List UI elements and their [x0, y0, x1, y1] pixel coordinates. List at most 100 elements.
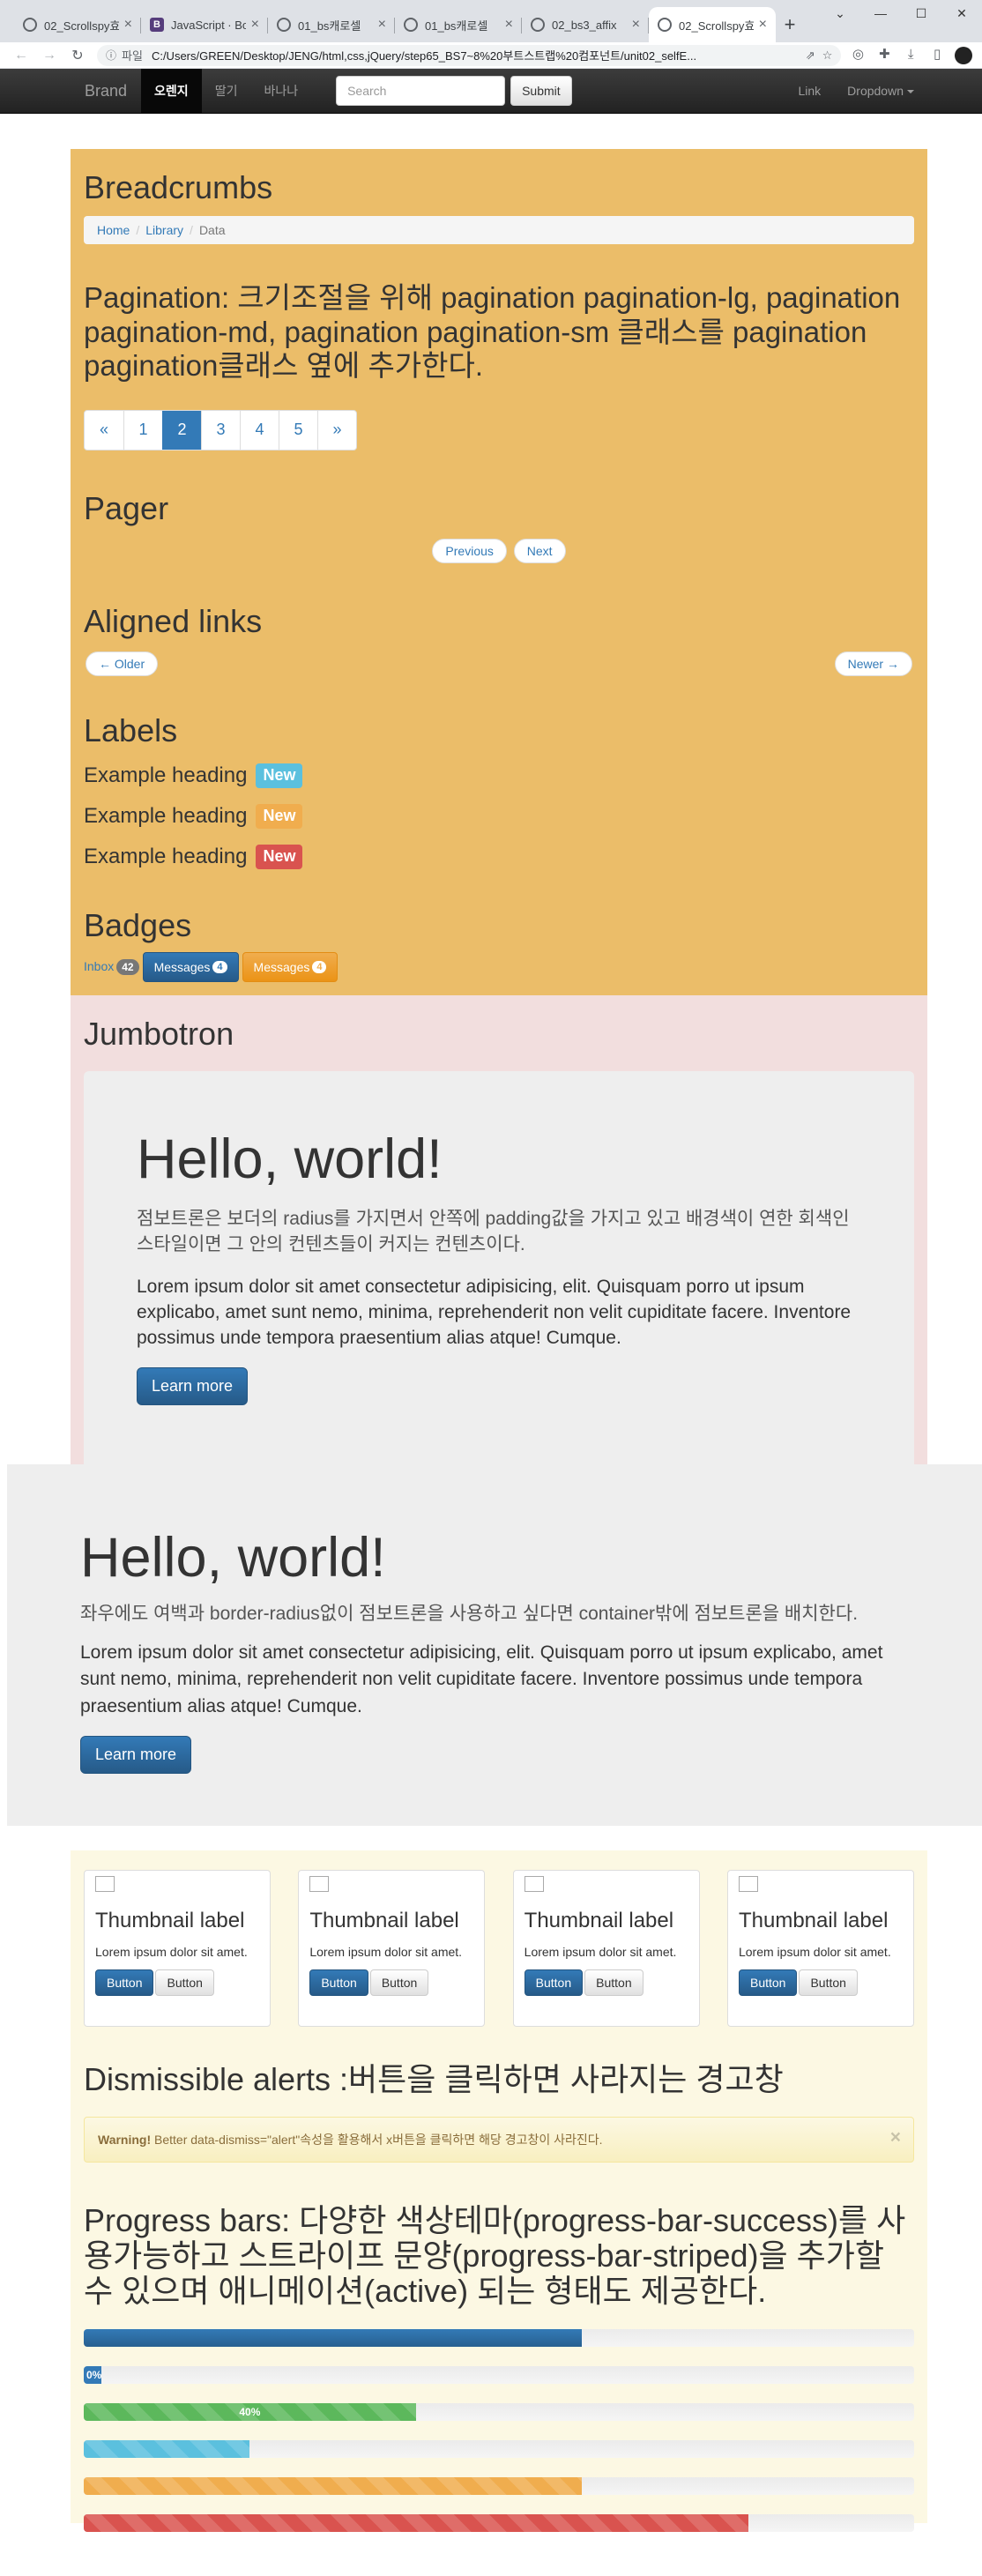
browser-toolbar: ← → ↻ ⓘ 파일 C:/Users/GREEN/Desktop/JENG/h… [0, 42, 982, 69]
breadcrumb-library[interactable]: Library [145, 223, 183, 237]
thumbnail-primary-button[interactable]: Button [309, 1969, 368, 1997]
forward-icon[interactable]: → [35, 48, 63, 63]
close-icon[interactable]: × [505, 17, 513, 33]
browser-tab[interactable]: 01_bs캐로셀 × [268, 7, 395, 42]
share-icon[interactable]: ⇗ [806, 48, 815, 63]
navbar-search-input[interactable] [336, 76, 506, 106]
jumbotron: Hello, world! 점보트론은 보더의 radius를 가지면서 안쪽에… [84, 1070, 914, 1483]
nav-item-orange[interactable]: 오렌지 [141, 68, 202, 114]
browser-tab-active[interactable]: 02_Scrollspy효과 × [649, 7, 776, 42]
info-icon[interactable]: ⓘ [106, 48, 116, 63]
page-content: Breadcrumbs Home / Library / Data Pagina… [0, 114, 982, 2576]
download-icon[interactable]: ⤓ [899, 47, 922, 62]
pager-previous[interactable]: Previous [432, 539, 507, 563]
messages-button-primary[interactable]: Messages 4 [142, 951, 239, 982]
pagination-page[interactable]: 5 [279, 411, 317, 450]
camera-icon[interactable]: ◎ [846, 46, 869, 62]
breadcrumb-data: Data [198, 222, 226, 237]
messages-badge: 4 [212, 960, 227, 973]
messages-button-warning[interactable]: Messages 4 [242, 951, 338, 982]
pager-heading: Pager [84, 490, 169, 527]
back-icon[interactable]: ← [7, 48, 35, 63]
label-warning: New [256, 804, 303, 829]
pager-next[interactable]: Next [513, 539, 566, 563]
thumbnail-text: Lorem ipsum dolor sit amet. [524, 1945, 677, 1960]
messages-badge: 4 [312, 960, 327, 973]
profile-avatar[interactable] [952, 46, 975, 64]
inbox-label: Inbox [84, 958, 115, 973]
minimize-icon[interactable]: — [860, 0, 901, 26]
jumbotron-lorem: Lorem ipsum dolor sit amet consectetur a… [137, 1276, 852, 1349]
progress-bar-danger [84, 2513, 748, 2532]
url-text[interactable]: C:/Users/GREEN/Desktop/JENG/html,css,jQu… [152, 47, 799, 63]
close-window-icon[interactable]: ✕ [941, 0, 982, 26]
navbar-brand[interactable]: Brand [85, 82, 127, 101]
breadcrumb-home[interactable]: Home [97, 223, 130, 237]
pagination-page[interactable]: 3 [201, 411, 240, 450]
close-icon[interactable]: × [890, 2128, 901, 2147]
label-info: New [256, 763, 303, 788]
reload-icon[interactable]: ↻ [63, 47, 92, 64]
close-icon[interactable]: × [251, 17, 259, 33]
browser-tab[interactable]: 01_bs캐로셀 × [395, 7, 522, 42]
nav-item-strawberry[interactable]: 딸기 [202, 69, 251, 114]
maximize-icon[interactable]: ☐ [901, 0, 941, 26]
thumbnail-primary-button[interactable]: Button [95, 1969, 154, 1997]
learn-more-button[interactable]: Learn more [80, 1736, 192, 1774]
thumbnail-primary-button[interactable]: Button [524, 1969, 584, 1997]
pagination-page[interactable]: 1 [123, 411, 162, 450]
extensions-icon[interactable]: ✚ [873, 46, 896, 62]
bootstrap-icon: B [150, 18, 164, 32]
components-section: Breadcrumbs Home / Library / Data Pagina… [71, 149, 927, 995]
jumbotron-full-title: Hello, world! [80, 1527, 386, 1589]
close-icon[interactable]: × [759, 17, 767, 33]
caret-down-icon [907, 89, 914, 93]
globe-icon [23, 18, 37, 32]
close-icon[interactable]: × [632, 17, 640, 33]
breadcrumb: Home / Library / Data [84, 215, 914, 244]
alerts-heading: Dismissible alerts :버튼을 클릭하면 사라지는 경고창 [84, 2061, 784, 2097]
learn-more-button[interactable]: Learn more [137, 1366, 249, 1405]
address-bar[interactable]: ⓘ 파일 C:/Users/GREEN/Desktop/JENG/html,cs… [97, 44, 842, 66]
thumbnail-default-button[interactable]: Button [369, 1969, 429, 1997]
browser-tab[interactable]: 02_Scrollspy효과 × [14, 7, 141, 42]
broken-image-icon [95, 1876, 115, 1892]
site-navbar: Brand 오렌지 딸기 바나나 Submit Link Dropdown [0, 68, 982, 114]
close-icon[interactable]: × [124, 17, 132, 33]
progress-list: 0% 40% [84, 2328, 914, 2532]
labels-heading: Labels [84, 711, 178, 748]
nav-item-banana[interactable]: 바나나 [250, 69, 311, 114]
browser-tab-strip: 02_Scrollspy효과 × B JavaScript · Bo × 01_… [0, 0, 982, 42]
pagination-heading: Pagination: 크기조절을 위해 pagination paginati… [84, 280, 901, 383]
progress-bar-success: 40% [84, 2402, 416, 2421]
pager-older[interactable]: ← Older [86, 651, 159, 676]
label-danger: New [256, 845, 303, 869]
inbox-link[interactable]: Inbox 42 [84, 958, 139, 975]
thumbnail-text: Lorem ipsum dolor sit amet. [309, 1945, 463, 1960]
thumbnail-primary-button[interactable]: Button [738, 1969, 798, 1997]
pagination-next[interactable]: » [317, 411, 356, 450]
nav-link[interactable]: Link [785, 69, 834, 114]
pagination-prev[interactable]: « [85, 411, 123, 450]
sidebar-icon[interactable]: ▯ [926, 46, 949, 62]
star-icon[interactable]: ☆ [822, 48, 833, 63]
tab-search-icon[interactable]: ⌄ [820, 0, 860, 26]
progress-bar-track: 0% [84, 2365, 914, 2384]
progress-bar-track: 40% [84, 2402, 914, 2421]
pagination-page[interactable]: 4 [240, 411, 279, 450]
jumbotron-description: 점보트론은 보더의 radius를 가지면서 안쪽에 padding값을 가지고… [137, 1208, 850, 1255]
thumbnail-default-button[interactable]: Button [584, 1969, 644, 1997]
close-icon[interactable]: × [378, 17, 386, 33]
thumbnail-default-button[interactable]: Button [799, 1969, 858, 1997]
dropdown-label: Dropdown [847, 83, 904, 98]
thumbnail-default-button[interactable]: Button [155, 1969, 214, 1997]
pagination-page-active[interactable]: 2 [162, 411, 201, 450]
warning-alert: Warning! Better data-dismiss="alert"속성을 … [84, 2116, 914, 2163]
nav-dropdown[interactable]: Dropdown [834, 69, 927, 114]
new-tab-button[interactable]: + [776, 7, 804, 42]
browser-tab[interactable]: 02_bs3_affix × [522, 7, 649, 42]
navbar-submit-button[interactable]: Submit [510, 76, 572, 106]
pager-newer[interactable]: Newer → [834, 651, 912, 676]
browser-tab[interactable]: B JavaScript · Bo × [141, 7, 268, 42]
label-example-row: Example heading New [84, 804, 914, 829]
